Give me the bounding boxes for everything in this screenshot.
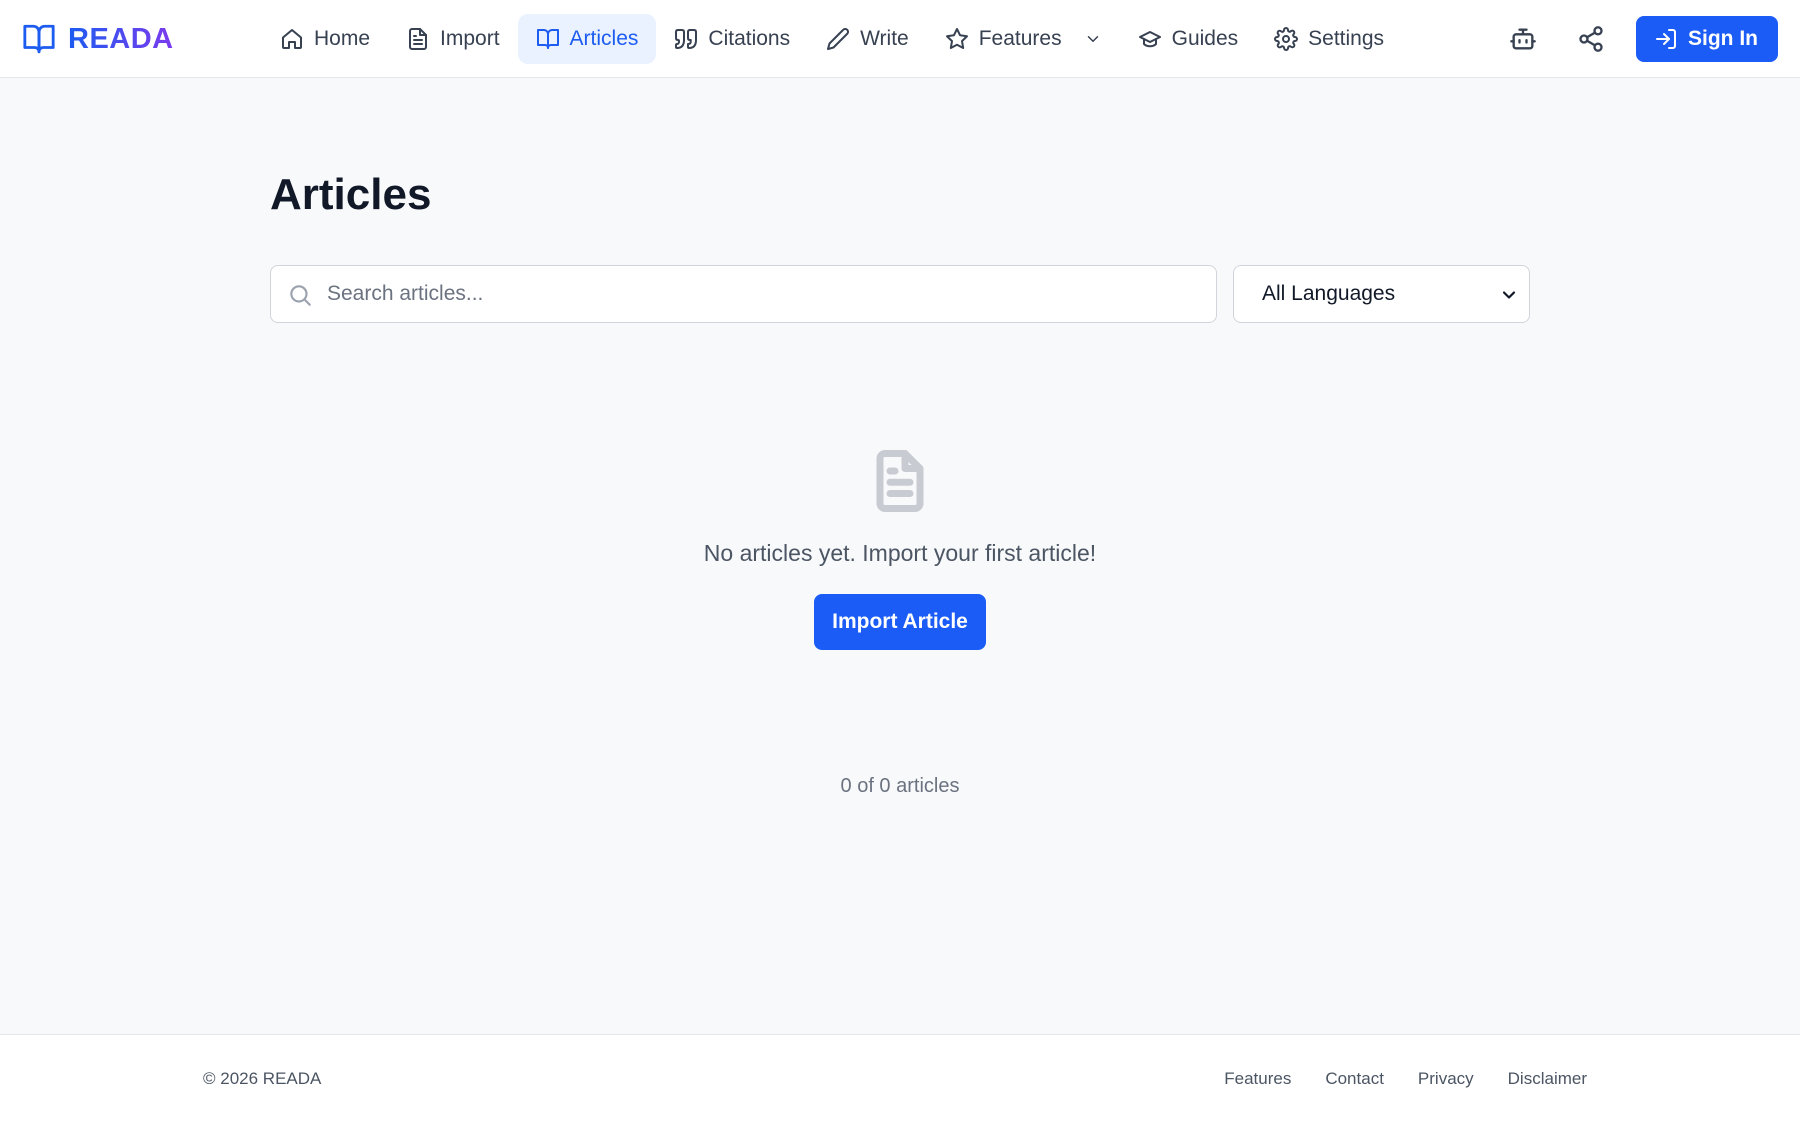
ai-assistant-button[interactable] (1500, 16, 1546, 62)
nav-item-guides[interactable]: Guides (1120, 14, 1257, 64)
chevron-down-icon (1087, 36, 1098, 42)
share-button[interactable] (1568, 16, 1614, 62)
pencil-icon (827, 28, 850, 50)
search-input[interactable] (327, 266, 1197, 322)
open-book-icon (536, 29, 559, 49)
footer-link-disclaimer[interactable]: Disclaimer (1508, 1069, 1587, 1089)
import-article-button[interactable]: Import Article (814, 594, 986, 650)
nav-item-home[interactable]: Home (262, 14, 388, 64)
home-icon (282, 29, 302, 49)
sign-in-label: Sign In (1688, 27, 1758, 50)
footer: © 2026 READA Features Contact Privacy Di… (0, 1034, 1800, 1125)
brand-name: READA (68, 22, 174, 55)
main-nav: Home Import Articles Citations Write Fea… (262, 14, 1402, 64)
footer-link-privacy[interactable]: Privacy (1418, 1069, 1474, 1089)
top-navbar: READA Home Import Articles Citations Wri… (0, 0, 1800, 78)
open-book-icon (23, 24, 55, 54)
nav-item-label: Citations (708, 27, 791, 50)
nav-item-articles[interactable]: Articles (517, 14, 657, 64)
footer-links: Features Contact Privacy Disclaimer (1224, 1069, 1587, 1089)
footer-link-contact[interactable]: Contact (1325, 1069, 1384, 1089)
nav-item-settings[interactable]: Settings (1256, 14, 1402, 64)
star-icon (945, 28, 968, 50)
file-text-icon (409, 28, 428, 50)
sign-in-button[interactable]: Sign In (1636, 16, 1778, 62)
page-title: Articles (270, 170, 432, 219)
nav-item-citations[interactable]: Citations (656, 14, 808, 64)
nav-item-label: Guides (1171, 27, 1239, 50)
nav-item-import[interactable]: Import (388, 14, 518, 64)
empty-state-message: No articles yet. Import your first artic… (703, 540, 1097, 566)
nav-item-label: Features (978, 27, 1062, 50)
search-icon (290, 285, 311, 306)
log-in-icon (1656, 29, 1676, 49)
robot-icon (1510, 28, 1536, 50)
language-select[interactable]: All Languages (1233, 265, 1530, 323)
footer-link-features[interactable]: Features (1224, 1069, 1291, 1089)
search-box (270, 265, 1217, 323)
share-icon (1579, 26, 1603, 52)
copyright-text: © 2026 READA (203, 1069, 322, 1088)
article-count: 0 of 0 articles (840, 775, 960, 797)
document-icon (876, 450, 924, 512)
nav-item-label: Settings (1308, 27, 1385, 50)
graduation-cap-icon (1138, 31, 1161, 48)
chevron-down-icon (1502, 291, 1516, 299)
language-select-value: All Languages (1262, 282, 1396, 305)
empty-state-icon (870, 448, 930, 514)
nav-item-features[interactable]: Features (927, 14, 1120, 64)
nav-item-label: Import (440, 27, 500, 50)
nav-item-label: Articles (569, 27, 639, 50)
header-actions: Sign In (1500, 16, 1778, 62)
quote-icon (675, 29, 698, 49)
brand-logo[interactable]: READA (22, 20, 174, 58)
nav-item-write[interactable]: Write (808, 14, 927, 64)
nav-item-label: Home (314, 27, 371, 50)
gear-icon (1274, 27, 1299, 51)
nav-item-label: Write (860, 27, 909, 50)
